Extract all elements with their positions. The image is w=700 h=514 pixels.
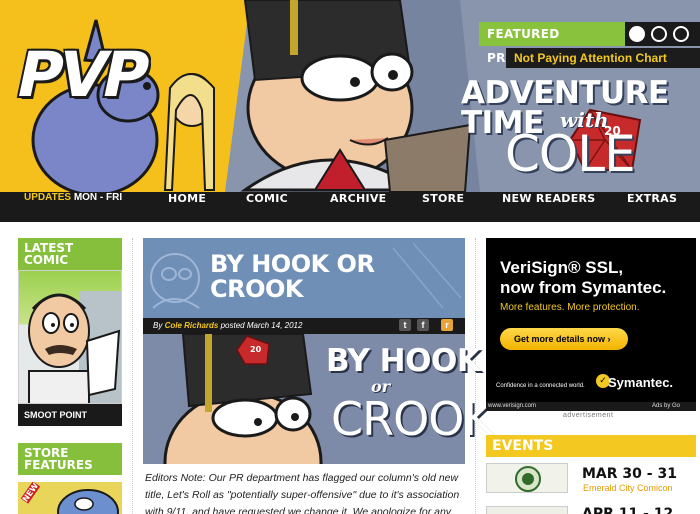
nav-home[interactable]: HOME <box>168 192 206 205</box>
ads-by-link[interactable]: Ads by Go <box>652 402 680 411</box>
ad-headline-1: VeriSign® SSL, <box>500 258 624 277</box>
ad-brand: Symantec. <box>608 375 674 390</box>
d20-number: 20 <box>604 124 621 138</box>
ad-tagline: Confidence in a connected world. <box>496 383 585 389</box>
ad-url[interactable]: www.verisign.com <box>488 402 536 411</box>
latest-comic-heading[interactable]: LATEST COMIC <box>18 238 122 270</box>
adventure-line-1: ADVENTURE <box>461 75 669 111</box>
latest-comic-caption[interactable]: SMOOT POINT <box>18 404 122 426</box>
site-logo[interactable]: PVP <box>10 38 152 111</box>
latest-comic-heading-2: COMIC <box>24 253 69 267</box>
ad-headline: VeriSign® SSL, now from Symantec. <box>500 258 666 298</box>
store-features-heading-2: FEATURES <box>24 458 93 472</box>
featured-project-title[interactable]: Not Paying Attention Chart <box>506 48 700 68</box>
ad-cta-button[interactable]: Get more details now › <box>500 328 628 350</box>
hero-title-by-hook: BY HOOK <box>326 343 481 379</box>
main-nav: UPDATES MON - FRI HOME COMIC ARCHIVE STO… <box>0 192 700 222</box>
rss-icon[interactable]: r <box>441 319 453 331</box>
article-header-title-1: BY HOOK OR <box>210 250 375 278</box>
byline-author[interactable]: Cole Richards <box>165 321 219 330</box>
article-body: Editors Note: Our PR department has flag… <box>145 472 460 514</box>
article-header-title: BY HOOK OR CROOK <box>210 250 375 303</box>
nav-comic[interactable]: COMIC <box>246 192 288 205</box>
header-banner: PVP FEATURED PROJECTS Not Paying Attenti… <box>0 0 700 192</box>
article-header-title-2: CROOK <box>210 275 304 303</box>
facebook-icon[interactable]: f <box>417 319 429 331</box>
store-features-heading[interactable]: STORE FEATURES <box>18 443 122 475</box>
store-feature-thumbnail[interactable]: NEW <box>18 482 122 514</box>
event-logo-art <box>487 464 567 492</box>
featured-projects-label: FEATURED PROJECTS <box>479 22 625 65</box>
event-date-2[interactable]: APR 11 - 12 <box>582 506 673 514</box>
byline-prefix: By <box>153 321 163 330</box>
ad-subtitle: More features. More protection. <box>500 302 640 313</box>
nav-extras[interactable]: EXTRAS <box>627 192 677 205</box>
updates-label: UPDATES <box>24 192 72 203</box>
update-schedule: UPDATES MON - FRI <box>24 192 122 203</box>
latest-comic-thumbnail[interactable] <box>18 270 122 404</box>
nav-new-readers[interactable]: NEW READERS <box>502 192 596 205</box>
advertisement-label: advertisement <box>563 412 614 419</box>
events-heading: EVENTS <box>492 438 554 454</box>
latest-comic-art <box>28 291 121 403</box>
nav-store[interactable]: STORE <box>422 192 464 205</box>
updates-days: MON - FRI <box>73 192 123 203</box>
ad-headline-2: now from Symantec. <box>500 278 667 297</box>
event-date-1[interactable]: MAR 30 - 31 <box>582 466 677 482</box>
hero-d20-number: 20 <box>250 345 262 354</box>
twitter-icon[interactable]: t <box>399 319 411 331</box>
advertisement-banner[interactable]: VeriSign® SSL, now from Symantec. More f… <box>486 238 696 410</box>
featured-dot-1[interactable] <box>629 26 645 42</box>
event-thumbnail-1[interactable] <box>486 463 568 493</box>
featured-projects-box: FEATURED PROJECTS <box>479 22 700 65</box>
article-header-banner[interactable]: BY HOOK OR CROOK <box>143 238 465 318</box>
page: PVP FEATURED PROJECTS Not Paying Attenti… <box>0 0 700 514</box>
event-name-1[interactable]: Emerald City Comicon <box>583 483 673 493</box>
event-thumbnail-2[interactable] <box>486 506 568 514</box>
nav-archive[interactable]: ARCHIVE <box>330 192 386 205</box>
byline-date: posted March 14, 2012 <box>220 321 303 330</box>
column-divider-left <box>132 238 133 514</box>
hero-title-crook: CROOK <box>331 392 494 446</box>
featured-dot-3[interactable] <box>673 26 689 42</box>
featured-dot-2[interactable] <box>651 26 667 42</box>
